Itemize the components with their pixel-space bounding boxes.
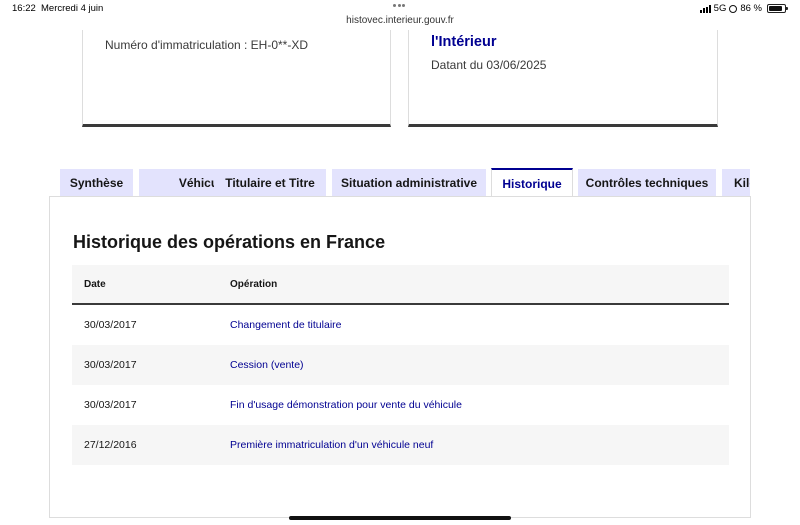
tab-titulaire-titre[interactable]: Titulaire et Titre [214,169,326,197]
source-title: l'Intérieur [431,34,497,50]
row-date: 30/03/2017 [84,399,137,411]
tab-synthese[interactable]: Synthèse [60,169,133,197]
row-operation-link[interactable]: Fin d'usage démonstration pour vente du … [230,399,462,411]
table-row: 30/03/2017 Cession (vente) [72,345,729,385]
tab-controles-techniques[interactable]: Contrôles techniques [578,169,716,197]
row-operation-link[interactable]: Cession (vente) [230,359,304,371]
address-bar-url[interactable]: histovec.interieur.gouv.fr [0,15,800,26]
row-date: 30/03/2017 [84,359,137,371]
cellular-signal-icon [699,4,711,13]
row-operation-link[interactable]: Changement de titulaire [230,319,342,331]
status-date: Mercredi 4 juin [41,3,104,14]
row-date: 30/03/2017 [84,319,137,331]
orientation-lock-icon [729,4,738,13]
registration-number: Numéro d'immatriculation : EH-0**-XD [105,38,309,52]
battery-percent: 86 % [740,3,762,14]
tab-bar: Synthèse Véhicule Titulaire et Titre Sit… [60,168,750,197]
tab-situation-administrative[interactable]: Situation administrative [332,169,486,197]
table-row: 30/03/2017 Fin d'usage démonstration pou… [72,385,729,425]
home-indicator[interactable] [289,516,511,520]
column-header-operation: Opération [230,279,278,290]
page-title: Historique des opérations en France [73,232,386,252]
registration-card: Numéro d'immatriculation : EH-0**-XD [82,30,391,127]
more-dots-icon[interactable] [393,4,407,8]
table-header: Date Opération [72,265,729,305]
network-type: 5G [713,3,727,14]
table-row: 30/03/2017 Changement de titulaire [72,305,729,345]
column-header-date: Date [84,279,106,290]
source-date: Datant du 03/06/2025 [431,58,547,72]
history-table: Date Opération 30/03/2017 Changement de … [72,265,729,465]
battery-icon [767,4,788,13]
status-bar: 16:22 Mercredi 4 juin histovec.interieur… [0,0,800,30]
tab-kilometrage[interactable]: Kilo [722,169,750,197]
tab-historique[interactable]: Historique [491,168,573,197]
source-card: l'Intérieur Datant du 03/06/2025 [408,30,718,127]
status-indicators: 5G 86 % [699,3,788,14]
status-time: 16:22 [12,3,36,14]
row-operation-link[interactable]: Première immatriculation d'un véhicule n… [230,439,433,451]
history-panel: Historique des opérations en France Date… [49,196,751,518]
table-row: 27/12/2016 Première immatriculation d'un… [72,425,729,465]
row-date: 27/12/2016 [84,439,137,451]
